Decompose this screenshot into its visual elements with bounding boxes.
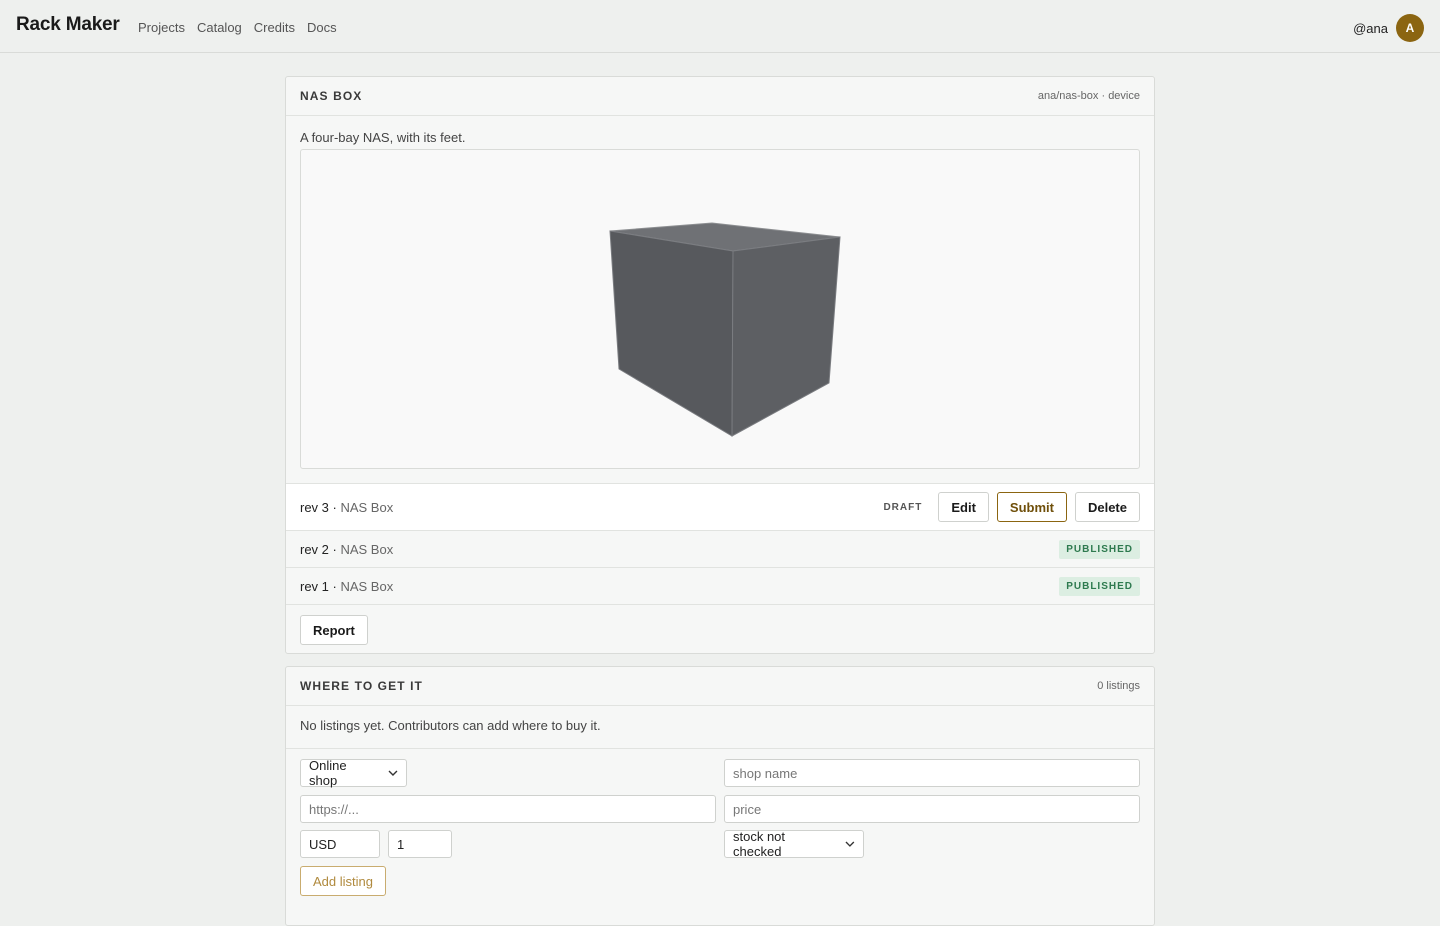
revision-name: NAS Box [340,499,394,515]
status-badge-published: PUBLISHED [1059,576,1140,596]
revision-label: rev 3 · NAS Box [300,499,394,515]
revision-row-current[interactable]: rev 3 · NAS Box DRAFT Edit Submit Delete [286,484,1154,531]
revision-label: rev 1 · NAS Box [300,578,394,594]
stock-status-select[interactable]: stock not checked [724,829,864,859]
revision-number: rev 2 [300,541,329,557]
revision-number: rev 1 [300,578,329,594]
nav-credits[interactable]: Credits [254,20,295,35]
main-nav: Projects Catalog Credits Docs [138,20,337,35]
revision-list: rev 3 · NAS Box DRAFT Edit Submit Delete… [286,483,1154,605]
listings-count: 0 listings [1097,680,1140,692]
avatar[interactable]: A [1396,14,1424,42]
report-button[interactable]: Report [300,615,368,645]
shop-type-select[interactable]: Online shop [300,758,407,788]
listings-panel: WHERE TO GET IT 0 listings No listings y… [285,666,1155,926]
brand-logo[interactable]: Rack Maker [16,14,120,36]
device-title: NAS BOX [300,89,363,103]
model-render [609,222,841,437]
nav-projects[interactable]: Projects [138,20,185,35]
url-input[interactable]: https://... [300,795,716,823]
model-left-face [609,230,734,437]
device-panel: NAS BOX ana/nas-box · device A four-bay … [285,76,1155,654]
quantity-input[interactable]: 1 [388,830,452,858]
nav-catalog[interactable]: Catalog [197,20,242,35]
user-handle: @ana [1353,20,1388,36]
revision-name: NAS Box [340,578,394,594]
revision-row[interactable]: rev 2 · NAS Box PUBLISHED [286,531,1154,568]
revision-name: NAS Box [340,541,394,557]
nav-docs[interactable]: Docs [307,20,337,35]
delete-button[interactable]: Delete [1074,492,1140,522]
status-badge-draft: DRAFT [883,501,923,513]
listings-empty-text: No listings yet. Contributors can add wh… [286,706,1154,749]
revision-number: rev 3 [300,499,329,515]
edit-button[interactable]: Edit [938,492,989,522]
chevron-down-icon [845,841,855,847]
chevron-down-icon [388,770,398,776]
report-row: Report [286,605,1154,656]
listings-title: WHERE TO GET IT [300,679,423,693]
model-right-face [731,236,841,437]
user-menu[interactable]: @ana A [1353,14,1424,42]
stock-status-value: stock not checked [733,829,786,859]
status-badge-published: PUBLISHED [1059,539,1140,559]
add-listing-form: Online shop shop name https://... price … [286,749,1154,909]
price-input[interactable]: price [724,795,1140,823]
listings-panel-header: WHERE TO GET IT 0 listings [286,667,1154,706]
revision-row[interactable]: rev 1 · NAS Box PUBLISHED [286,568,1154,605]
device-description: A four-bay NAS, with its feet. [300,130,466,145]
revision-actions: DRAFT Edit Submit Delete [883,492,1140,522]
top-bar: Rack Maker Projects Catalog Credits Docs… [0,0,1440,53]
submit-button[interactable]: Submit [996,492,1067,522]
currency-input[interactable]: USD [300,830,380,858]
add-listing-button[interactable]: Add listing [300,866,386,896]
model-viewer[interactable] [300,149,1140,469]
shop-type-value: Online shop [309,758,347,788]
device-panel-header: NAS BOX ana/nas-box · device [286,77,1154,116]
revision-label: rev 2 · NAS Box [300,541,394,557]
device-meta: ana/nas-box · device [1037,90,1140,102]
shop-name-input[interactable]: shop name [724,759,1140,787]
